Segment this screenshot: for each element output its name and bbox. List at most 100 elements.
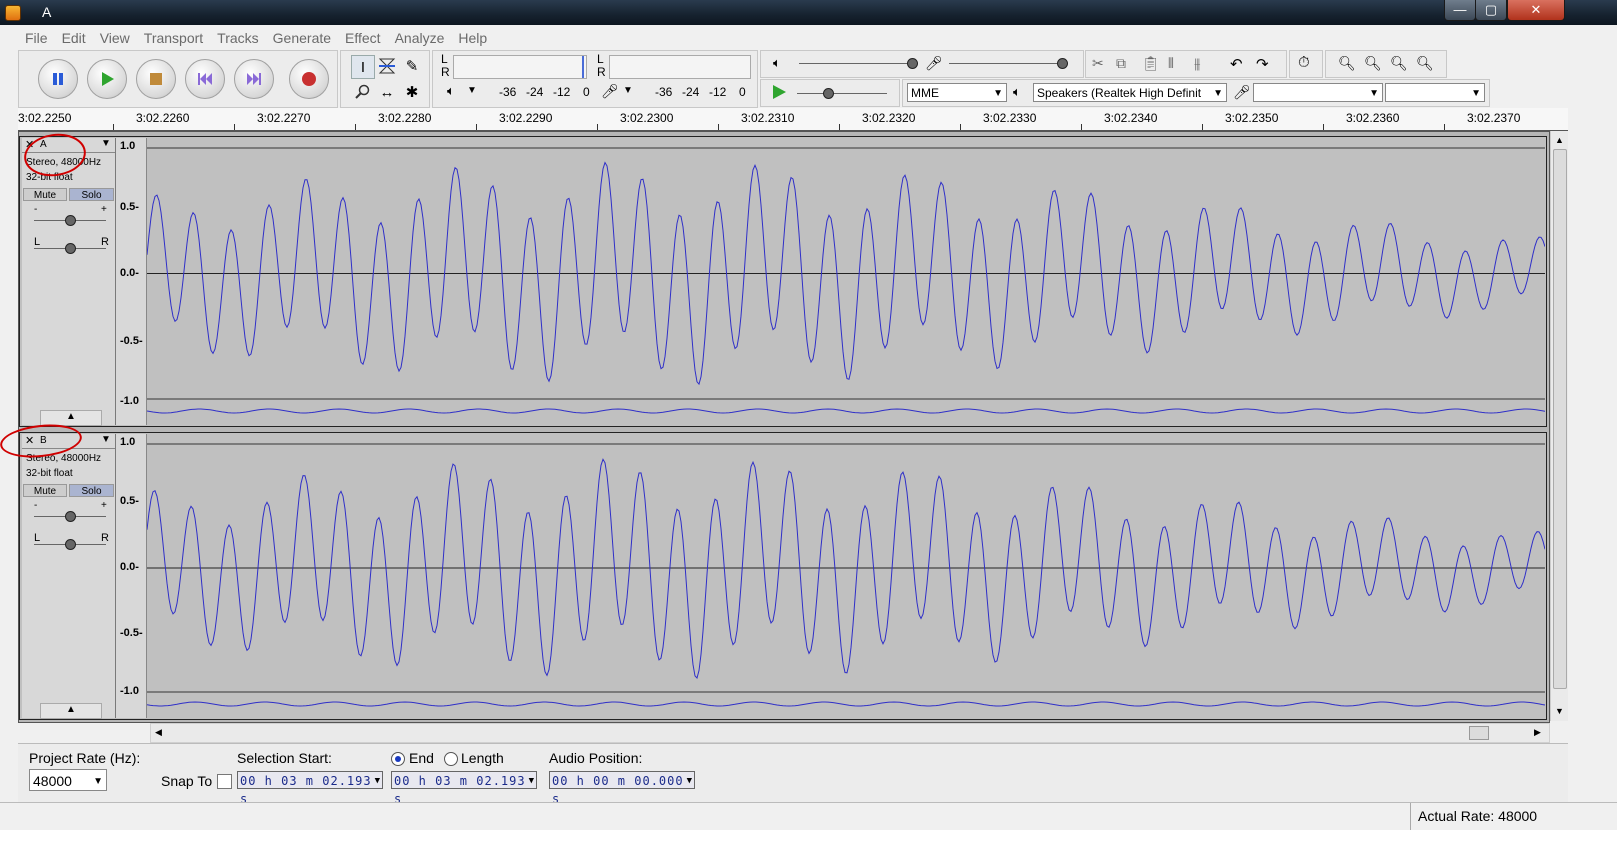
close-button[interactable]: ✕ [1507, 0, 1565, 21]
time-shift-tool-icon[interactable]: ↔ [376, 81, 398, 103]
zoom-in-icon[interactable]: 🔍︎ [1338, 55, 1356, 72]
zoom-tool-icon[interactable] [351, 81, 373, 103]
rec-meter-tick: -12 [709, 85, 727, 99]
collapse-track-icon[interactable]: ▲ [40, 703, 102, 719]
menu-tracks[interactable]: Tracks [210, 28, 265, 48]
record-button[interactable] [289, 59, 329, 99]
scroll-up-icon[interactable]: ▲ [1555, 135, 1564, 145]
track-b-gain-thumb[interactable] [65, 511, 76, 522]
timer-icon[interactable]: ⏱︎ [1298, 54, 1310, 71]
input-device-select[interactable]: ▼ [1253, 83, 1383, 102]
selection-end-field[interactable]: 00 h 03 m 02.193 s ▼ [391, 771, 537, 806]
track-a-mute-button[interactable]: Mute [23, 188, 67, 201]
chevron-down-icon[interactable]: ▼ [101, 434, 111, 445]
menu-effect[interactable]: Effect [338, 28, 388, 48]
selection-toolbar: Project Rate (Hz): 48000 ▼ Snap To Select… [18, 743, 1568, 806]
vertical-scrollbar[interactable]: ▲ ▼ [1550, 131, 1568, 721]
draw-tool-icon[interactable]: ✎ [401, 55, 423, 77]
audio-host-select[interactable]: MME ▼ [907, 83, 1007, 102]
record-volume-slider[interactable] [949, 63, 1059, 64]
pan-right-label: R [101, 532, 109, 544]
fit-project-icon[interactable]: 🔍︎ [1416, 55, 1434, 72]
selection-tool-icon[interactable]: I [351, 55, 375, 79]
minimize-button[interactable]: — [1444, 0, 1476, 21]
playback-volume-thumb[interactable] [907, 58, 918, 69]
track-b-solo-button[interactable]: Solo [69, 484, 114, 497]
output-device-select[interactable]: Speakers (Realtek High Definit ▼ [1033, 83, 1227, 102]
track-a-pan-thumb[interactable] [65, 243, 76, 254]
track-b-waveform[interactable] [147, 434, 1545, 718]
microphone-icon[interactable]: 🎤︎ [601, 83, 619, 100]
ruler-label: 3:02.2320 [862, 111, 916, 125]
maximize-button[interactable]: ▢ [1475, 0, 1507, 21]
envelope-tool-icon[interactable] [376, 55, 398, 77]
menu-transport[interactable]: Transport [137, 28, 210, 48]
length-radio[interactable] [444, 752, 458, 766]
record-meter[interactable] [453, 55, 587, 79]
track-a-vertical-ruler[interactable]: 1.0 0.5- 0.0- -0.5- -1.0 [116, 138, 147, 425]
redo-icon[interactable]: ↷ [1256, 55, 1269, 73]
track-a-waveform[interactable] [147, 138, 1545, 425]
speaker-icon: 🔈︎ [773, 55, 781, 70]
track-a-solo-button[interactable]: Solo [69, 188, 114, 201]
track-b-vertical-ruler[interactable]: 1.0 0.5- 0.0- -0.5- -1.0 [116, 434, 147, 718]
multi-tool-icon[interactable]: ✱ [401, 81, 423, 103]
menu-edit[interactable]: Edit [55, 28, 93, 48]
cut-icon[interactable]: ✂ [1092, 55, 1104, 72]
track-b-pan-thumb[interactable] [65, 539, 76, 550]
menu-help[interactable]: Help [451, 28, 494, 48]
play-button[interactable] [87, 59, 127, 99]
pan-left-label: L [34, 236, 41, 248]
menu-view[interactable]: View [93, 28, 137, 48]
track-b-mute-button[interactable]: Mute [23, 484, 67, 497]
menu-generate[interactable]: Generate [266, 28, 338, 48]
track-a-gain-thumb[interactable] [65, 215, 76, 226]
track-b-control-panel[interactable]: ✕ B ▼ Stereo, 48000Hz 32-bit float Mute … [22, 434, 116, 719]
horizontal-scroll-thumb[interactable] [1469, 726, 1489, 740]
record-volume-thumb[interactable] [1057, 58, 1068, 69]
menu-file[interactable]: File [18, 28, 55, 48]
scroll-left-icon[interactable]: ◀ [155, 727, 162, 738]
tracks-panel: ✕ A ▼ Stereo, 48000Hz 32-bit float Mute … [18, 131, 1550, 723]
project-rate-select[interactable]: 48000 ▼ [29, 769, 107, 791]
scroll-down-icon[interactable]: ▼ [1555, 706, 1564, 716]
selection-start-field[interactable]: 00 h 03 m 02.193 s ▼ [237, 771, 383, 806]
undo-icon[interactable]: ↶ [1230, 55, 1243, 73]
chevron-down-icon[interactable]: ▼ [623, 85, 633, 96]
paste-icon[interactable]: 📋︎ [1142, 55, 1160, 72]
play-speed-slider[interactable] [797, 93, 887, 94]
chevron-down-icon[interactable]: ▼ [101, 138, 111, 149]
track-a-control-panel[interactable]: ✕ A ▼ Stereo, 48000Hz 32-bit float Mute … [22, 138, 116, 426]
copy-icon[interactable]: ⧉ [1116, 55, 1126, 72]
silence-icon[interactable]: ⫵ [1194, 55, 1200, 72]
skip-end-button[interactable] [234, 59, 274, 99]
playback-volume-slider[interactable] [799, 63, 909, 64]
window-title: A [42, 4, 52, 20]
mixer-toolbar: 🔈︎ 🎤︎ [760, 50, 1084, 78]
chevron-down-icon[interactable]: ▼ [467, 85, 477, 96]
end-radio[interactable] [391, 752, 405, 766]
playback-meter[interactable] [609, 55, 751, 79]
fit-selection-icon[interactable]: 🔍︎ [1390, 55, 1408, 72]
menu-analyze[interactable]: Analyze [388, 28, 452, 48]
waveform-path-right-channel [147, 701, 1545, 707]
speaker-icon[interactable]: 🔈︎ [447, 83, 455, 99]
audio-position-field[interactable]: 00 h 00 m 00.000 s ▼ [549, 771, 695, 806]
vertical-scroll-thumb[interactable] [1553, 149, 1567, 689]
snap-to-checkbox[interactable] [217, 774, 232, 789]
input-channels-select[interactable]: ▼ [1385, 83, 1485, 102]
play-speed-thumb[interactable] [823, 88, 834, 99]
stop-button[interactable] [136, 59, 176, 99]
scale-label: 0.0- [120, 561, 139, 573]
pause-button[interactable] [38, 59, 78, 99]
scale-label: -0.5- [120, 627, 143, 639]
timeline-ruler[interactable]: 3:02.2250 3:02.2260 3:02.2270 3:02.2280 … [18, 108, 1568, 131]
horizontal-scrollbar[interactable]: ◀ ▶ [150, 723, 1550, 743]
trim-icon[interactable]: ⫴ [1168, 55, 1174, 72]
zoom-out-icon[interactable]: 🔍︎ [1364, 55, 1382, 72]
play-at-speed-icon[interactable] [771, 84, 787, 100]
skip-start-button[interactable] [185, 59, 225, 99]
scroll-right-icon[interactable]: ▶ [1534, 727, 1541, 738]
speaker-icon: 🔈︎ [1013, 84, 1021, 99]
gain-minus-label: - [34, 204, 38, 215]
